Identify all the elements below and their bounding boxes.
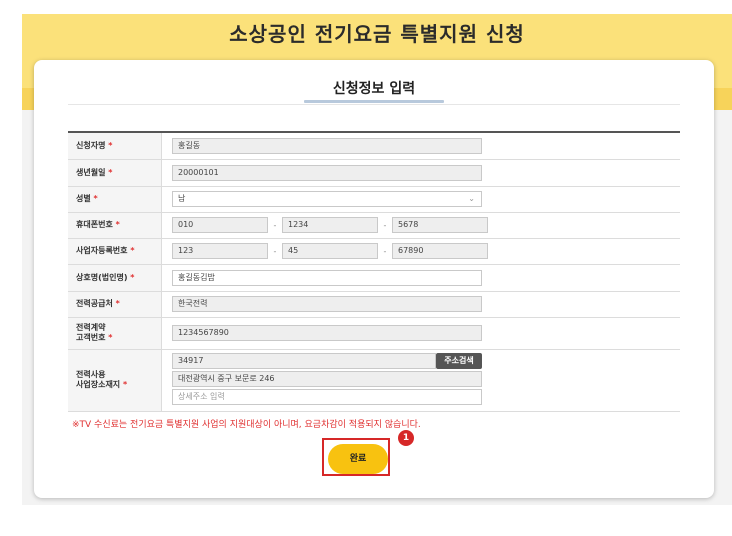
required-mark: * — [122, 380, 128, 389]
form-row-business-reg-no: 사업자등록번호 * 123-45-67890 — [68, 238, 680, 265]
applicant-name-field[interactable]: 홍길동 — [172, 137, 482, 154]
separator-dash: - — [383, 220, 387, 230]
form-row-mobile: 휴대폰번호 * 010-1234-5678 — [68, 212, 680, 239]
form-row-gender: 성별 * 남 ⌄ — [68, 186, 680, 213]
required-mark: * — [108, 333, 113, 342]
mobile-part3-field[interactable]: 5678 — [392, 217, 488, 233]
business-reg-part2-field[interactable]: 45 — [282, 243, 378, 259]
form-row-power-supplier: 전력공급처 * 한국전력 — [68, 291, 680, 318]
mobile-part1-field[interactable]: 010 — [172, 217, 268, 233]
required-mark: * — [130, 272, 135, 282]
gender-label: 성별 * — [68, 186, 162, 213]
application-form-table: 신청자명 * 홍길동 생년월일 * 20000101 성별 * 남 ⌄ 휴대폰번호… — [68, 131, 680, 412]
tv-fee-notice: ※TV 수신료는 전기요금 특별지원 사업의 지원대상이 아니며, 요금차감이 … — [72, 420, 421, 430]
step-number-badge: 1 — [398, 430, 414, 446]
mobile-part2-field[interactable]: 1234 — [282, 217, 378, 233]
address-label: 전력사용 사업장소재지 * — [68, 349, 162, 412]
required-mark: * — [115, 220, 120, 229]
gender-selected-value: 남 — [178, 194, 186, 203]
complete-button[interactable]: 완료 — [328, 444, 388, 474]
contract-no-field[interactable]: 1234567890 — [172, 325, 482, 341]
form-row-contract-no: 전력계약 고객번호 * 1234567890 — [68, 317, 680, 350]
required-mark: * — [108, 140, 113, 150]
form-row-address: 전력사용 사업장소재지 * 34917 주소검색 대전광역시 중구 보문로 246 … — [68, 349, 680, 412]
form-row-birth-date: 생년월일 * 20000101 — [68, 159, 680, 187]
section-divider — [68, 104, 680, 105]
power-supplier-field[interactable]: 한국전력 — [172, 296, 482, 312]
application-form-card: 신청정보 입력 신청자명 * 홍길동 생년월일 * 20000101 성별 * … — [34, 60, 714, 498]
road-address-field[interactable]: 대전광역시 중구 보문로 246 — [172, 371, 482, 387]
page-title: 소상공인 전기요금 특별지원 신청 — [229, 22, 525, 46]
section-title: 신청정보 입력 — [332, 81, 416, 97]
section-title-underline — [304, 100, 444, 103]
address-search-button[interactable]: 주소검색 — [436, 353, 482, 369]
form-row-business-name: 상호명(법인명) * 홍길동김밥 — [68, 264, 680, 292]
required-mark: * — [93, 194, 98, 203]
chevron-down-icon: ⌄ — [468, 194, 475, 203]
business-reg-part3-field[interactable]: 67890 — [392, 243, 488, 259]
business-reg-no-label: 사업자등록번호 * — [68, 238, 162, 265]
detail-address-input[interactable]: 상세주소 입력 — [172, 389, 482, 405]
birth-date-label: 생년월일 * — [68, 159, 162, 187]
separator-dash: - — [383, 246, 387, 256]
business-name-label: 상호명(법인명) * — [68, 264, 162, 292]
business-reg-part1-field[interactable]: 123 — [172, 243, 268, 259]
separator-dash: - — [273, 220, 277, 230]
postcode-field[interactable]: 34917 — [172, 353, 436, 369]
gender-select[interactable]: 남 ⌄ — [172, 191, 482, 207]
form-row-applicant-name: 신청자명 * 홍길동 — [68, 132, 680, 160]
required-mark: * — [130, 246, 135, 255]
required-mark: * — [108, 167, 113, 177]
mobile-label: 휴대폰번호 * — [68, 212, 162, 239]
applicant-name-label: 신청자명 * — [68, 132, 162, 160]
power-supplier-label: 전력공급처 * — [68, 291, 162, 318]
contract-no-label: 전력계약 고객번호 * — [68, 317, 162, 350]
birth-date-field[interactable]: 20000101 — [172, 164, 482, 181]
business-name-field[interactable]: 홍길동김밥 — [172, 269, 482, 286]
required-mark: * — [115, 299, 120, 308]
separator-dash: - — [273, 246, 277, 256]
